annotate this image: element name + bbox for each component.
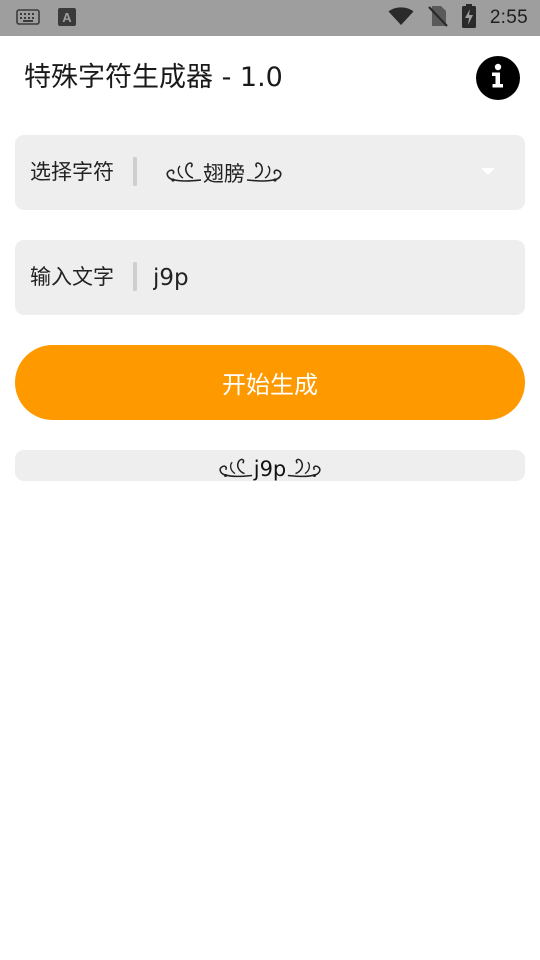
start-generate-button[interactable]: 开始生成 — [15, 345, 525, 420]
status-bar: A 2:55 — [0, 0, 540, 36]
battery-charging-icon — [461, 4, 476, 32]
text-input[interactable] — [153, 240, 503, 315]
divider — [133, 262, 137, 291]
wing-right-icon — [245, 156, 283, 189]
select-value-text: 翅膀 — [203, 161, 245, 186]
wing-right-icon — [286, 452, 322, 481]
app-title: 特殊字符生成器 - 1.0 — [24, 62, 283, 93]
result-card[interactable]: j9p — [15, 450, 525, 481]
info-button[interactable] — [476, 56, 520, 100]
svg-text:A: A — [62, 10, 72, 25]
status-time: 2:55 — [489, 7, 528, 28]
divider — [133, 157, 137, 186]
text-input-card: 输入文字 — [15, 240, 525, 315]
select-label: 选择字符 — [30, 160, 114, 184]
wing-left-icon — [218, 452, 254, 481]
input-label: 输入文字 — [30, 265, 114, 289]
wing-left-icon — [165, 156, 203, 189]
dropdown-arrow-icon[interactable] — [481, 168, 495, 175]
wifi-icon — [388, 6, 414, 30]
info-icon — [486, 63, 510, 93]
keyboard-icon — [16, 8, 40, 30]
character-select-card: 选择字符 翅膀 — [15, 135, 525, 210]
a-notification-icon: A — [58, 8, 76, 30]
character-select[interactable]: 翅膀 — [165, 135, 465, 210]
no-sim-icon — [428, 5, 448, 31]
result-text: j9p — [253, 456, 287, 481]
